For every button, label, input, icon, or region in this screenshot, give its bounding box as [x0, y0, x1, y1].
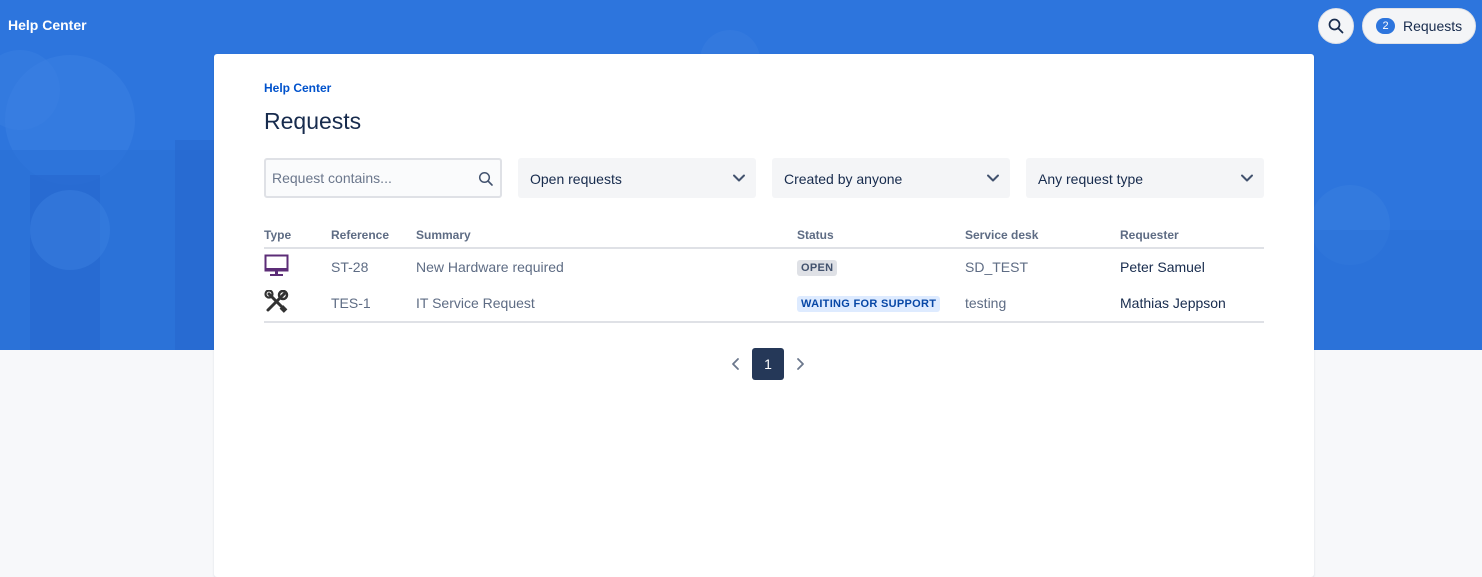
column-header-type: Type	[264, 224, 331, 249]
top-bar: Help Center 2 Requests	[0, 0, 1482, 52]
request-type-filter-dropdown[interactable]: Any request type	[1026, 158, 1264, 198]
type-cell	[264, 248, 331, 285]
creator-filter-value: Created by anyone	[784, 171, 903, 187]
reference-cell[interactable]: TES-1	[331, 285, 416, 323]
tools-icon	[264, 288, 289, 313]
next-page-button[interactable]	[788, 348, 812, 380]
summary-cell[interactable]: IT Service Request	[416, 285, 797, 323]
requests-button-label: Requests	[1403, 18, 1463, 34]
page-1-button[interactable]: 1	[752, 348, 784, 380]
column-header-requester: Requester	[1120, 224, 1264, 249]
chevron-down-icon	[987, 174, 999, 182]
status-filter-value: Open requests	[530, 171, 622, 187]
service-desk-cell: SD_TEST	[965, 259, 1029, 275]
breadcrumb-help-center[interactable]: Help Center	[264, 81, 331, 95]
status-filter-dropdown[interactable]: Open requests	[518, 158, 756, 198]
requests-count-badge: 2	[1376, 18, 1395, 34]
request-search-field	[264, 158, 502, 198]
search-icon	[478, 171, 493, 186]
requester-cell: Peter Samuel	[1120, 259, 1205, 275]
reference-cell[interactable]: ST-28	[331, 248, 416, 285]
requester-cell: Mathias Jeppson	[1120, 285, 1264, 323]
my-requests-button[interactable]: 2 Requests	[1362, 8, 1476, 44]
summary-cell[interactable]: New Hardware required	[416, 248, 797, 285]
status-badge: OPEN	[797, 260, 838, 276]
type-cell	[264, 285, 331, 323]
service-desk-cell: testing	[965, 285, 1120, 323]
pagination: 1	[724, 348, 812, 380]
status-cell: WAITING FOR SUPPORT	[797, 285, 965, 323]
requests-table: Type Reference Summary Status Service de…	[264, 224, 1264, 323]
request-search-input[interactable]	[266, 160, 500, 196]
chevron-left-icon	[732, 358, 739, 370]
request-type-filter-value: Any request type	[1038, 171, 1144, 187]
chevron-down-icon	[733, 174, 745, 182]
column-header-status: Status	[797, 224, 965, 249]
requests-panel: Help Center Requests Open requests Creat…	[214, 54, 1314, 577]
table-row[interactable]: ST-28 New Hardware required OPEN SD_TEST…	[264, 248, 1264, 285]
monitor-icon	[264, 254, 289, 276]
status-badge: WAITING FOR SUPPORT	[797, 296, 941, 312]
column-header-reference: Reference	[331, 224, 416, 249]
global-search-button[interactable]	[1318, 8, 1354, 44]
creator-filter-dropdown[interactable]: Created by anyone	[772, 158, 1010, 198]
previous-page-button[interactable]	[724, 348, 748, 380]
status-cell: OPEN	[797, 248, 965, 285]
search-icon	[1328, 18, 1344, 34]
brand-link[interactable]: Help Center	[8, 17, 87, 33]
chevron-right-icon	[797, 358, 804, 370]
chevron-down-icon	[1241, 174, 1253, 182]
column-header-service-desk: Service desk	[965, 224, 1120, 249]
table-row[interactable]: TES-1 IT Service Request WAITING FOR SUP…	[264, 285, 1264, 323]
table-header-row: Type Reference Summary Status Service de…	[264, 224, 1264, 249]
column-header-summary: Summary	[416, 224, 797, 249]
page-title: Requests	[264, 108, 362, 134]
